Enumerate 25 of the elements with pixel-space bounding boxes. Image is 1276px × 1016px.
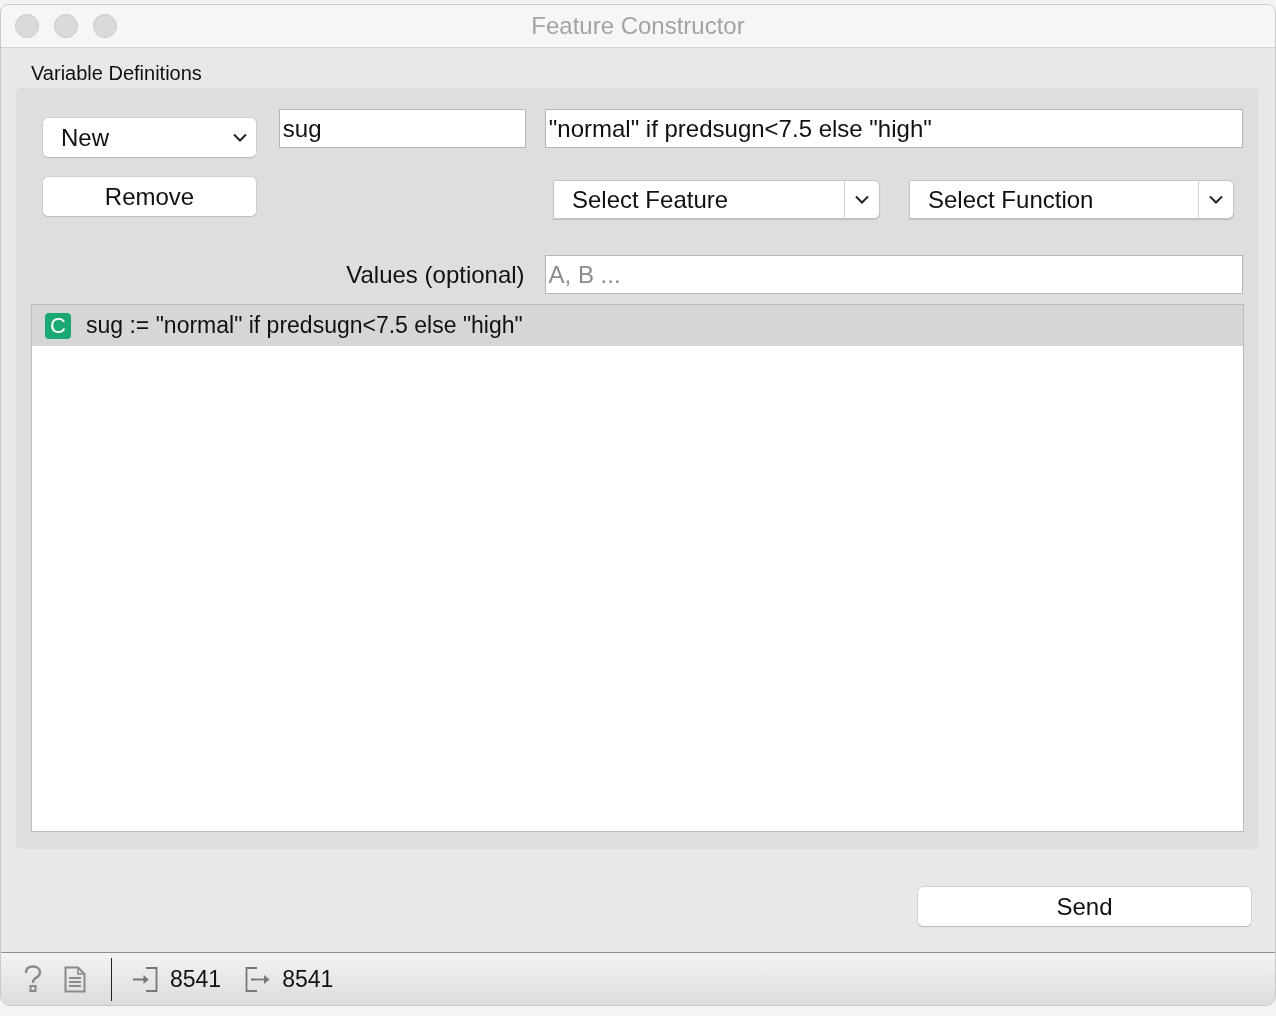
output-count: 8541: [282, 965, 334, 993]
close-button[interactable]: [15, 14, 39, 38]
output-icon: [245, 966, 271, 992]
input-count: 8541: [170, 965, 222, 993]
send-button[interactable]: Send: [918, 887, 1251, 926]
input-icon: [133, 966, 158, 992]
remove-button[interactable]: Remove: [43, 177, 256, 216]
help-icon[interactable]: [23, 965, 43, 993]
variable-type-badge: C: [45, 312, 71, 339]
document-icon[interactable]: [64, 965, 86, 993]
group-title: Variable Definitions: [31, 61, 203, 85]
window-title: Feature Constructor: [531, 12, 745, 40]
function-dropdown[interactable]: Select Function: [909, 180, 1234, 219]
definition-item[interactable]: C sug := "normal" if predsugn<7.5 else "high": [32, 305, 1243, 346]
expression-field[interactable]: "normal" if predsugn<7.5 else "high": [544, 109, 1243, 148]
zoom-button[interactable]: [93, 14, 117, 38]
values-label: Values (optional): [346, 260, 525, 289]
feature-dropdown[interactable]: Select Feature: [553, 180, 880, 219]
minimize-button[interactable]: [54, 14, 78, 38]
name-field[interactable]: sug: [278, 109, 526, 148]
chevron-down-icon: [855, 195, 869, 204]
new-dropdown[interactable]: New: [43, 118, 256, 157]
chevron-down-icon: [232, 133, 247, 142]
chevron-down-icon: [1209, 195, 1223, 204]
values-field[interactable]: A, B ...: [544, 255, 1243, 294]
